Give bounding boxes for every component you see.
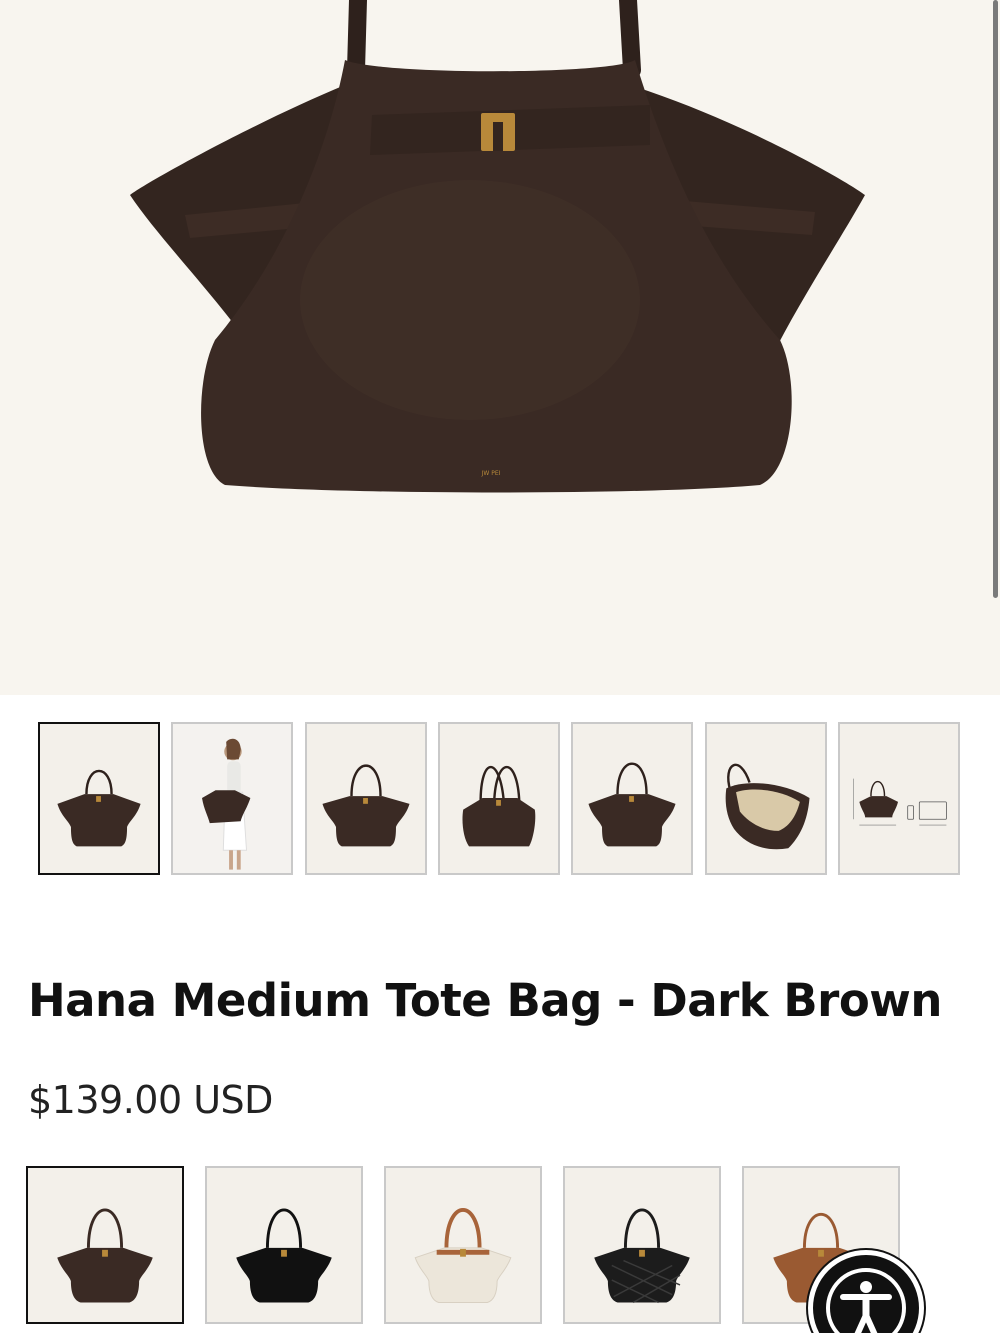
bag-side-icon xyxy=(462,766,536,847)
product-price: $139.00 USD xyxy=(28,1078,273,1122)
swatch-dark-brown[interactable] xyxy=(26,1166,184,1324)
product-main-image[interactable]: JW PEI xyxy=(0,0,1000,695)
bag-cream-icon xyxy=(414,1208,512,1303)
bag-dark-brown-icon xyxy=(57,1208,153,1303)
bag-black-icon xyxy=(236,1208,332,1303)
thumbnail-2[interactable] xyxy=(171,722,293,875)
color-swatches xyxy=(26,1166,906,1333)
swatch-black-woven[interactable] xyxy=(563,1166,721,1324)
gallery-thumbnails xyxy=(38,722,962,876)
thumbnail-4[interactable] xyxy=(438,722,560,875)
swatch-cream[interactable] xyxy=(384,1166,542,1324)
thumbnail-1[interactable] xyxy=(38,722,160,875)
bag-front-icon xyxy=(322,764,410,847)
accessibility-icon xyxy=(826,1268,906,1333)
bag-front-icon xyxy=(57,769,141,847)
size-chart-icon xyxy=(853,778,947,826)
bag-woven-icon xyxy=(594,1208,690,1304)
bag-front-icon xyxy=(588,762,676,847)
thumbnail-3[interactable] xyxy=(305,722,427,875)
model-photo-icon xyxy=(202,738,251,870)
tote-bag-illustration: JW PEI xyxy=(130,0,865,493)
bag-interior-icon xyxy=(725,763,810,850)
svg-text:JW PEI: JW PEI xyxy=(481,470,501,477)
scrollbar[interactable] xyxy=(993,0,998,598)
thumbnail-7[interactable] xyxy=(838,722,960,875)
thumbnail-5[interactable] xyxy=(571,722,693,875)
thumbnail-6[interactable] xyxy=(705,722,827,875)
product-title: Hana Medium Tote Bag - Dark Brown xyxy=(28,974,942,1027)
swatch-black[interactable] xyxy=(205,1166,363,1324)
